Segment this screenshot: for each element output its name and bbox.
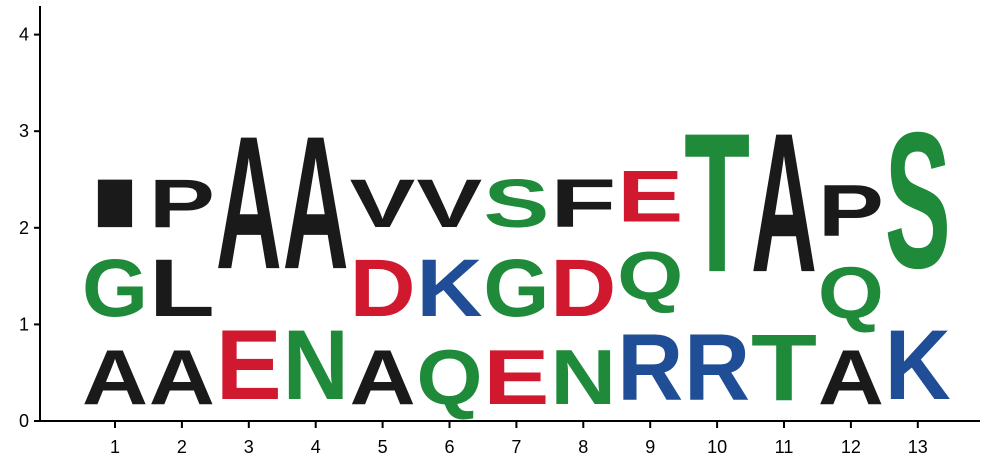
logo-letter: G — [82, 242, 148, 333]
logo-letter: D — [550, 242, 616, 334]
x-tick-label: 1 — [110, 437, 120, 457]
x-tick-label: 10 — [707, 437, 727, 457]
y-tick-label: 3 — [19, 121, 29, 141]
x-tick-label: 7 — [511, 437, 521, 457]
x-axis-ticks: 1 2 3 4 5 6 7 8 9 10 11 12 13 — [110, 421, 928, 457]
logo-letter: D — [350, 242, 416, 334]
x-tick-label: 9 — [645, 437, 655, 457]
logo-letter: R — [617, 315, 683, 421]
letter-stacks: AGIALPEANAADVQKVEGSNDFRQERTTAAQPKS — [82, 91, 951, 421]
logo-letter: P — [149, 166, 215, 243]
logo-letter: L — [149, 243, 215, 334]
logo-letter: E — [483, 334, 549, 420]
logo-letter: A — [818, 333, 884, 420]
y-tick-label: 2 — [19, 218, 29, 238]
logo-letter: Q — [617, 238, 683, 315]
logo-letter: A — [216, 96, 282, 309]
logo-letter: S — [885, 92, 951, 309]
logo-letter: N — [550, 333, 616, 420]
logo-letter: G — [483, 242, 549, 333]
logo-letter: E — [617, 156, 683, 238]
logo-letter: V — [417, 165, 483, 242]
x-tick-label: 5 — [378, 437, 388, 457]
logo-letter: T — [684, 91, 750, 313]
logo-letter: K — [417, 242, 483, 334]
logo-letter: A — [283, 96, 349, 309]
logo-letter: I — [82, 165, 148, 242]
y-tick-label: 1 — [19, 314, 29, 334]
y-tick-label: 0 — [19, 411, 29, 431]
x-tick-label: 8 — [578, 437, 588, 457]
x-tick-label: 13 — [908, 437, 928, 457]
logo-letter: E — [216, 309, 282, 420]
logo-letter: V — [350, 165, 416, 242]
x-tick-label: 2 — [177, 437, 187, 457]
logo-letter: A — [751, 91, 817, 313]
logo-letter: Q — [417, 334, 483, 421]
x-tick-label: 3 — [244, 437, 254, 457]
logo-letter: P — [818, 170, 884, 252]
logo-letter: S — [483, 166, 549, 243]
x-tick-label: 6 — [444, 437, 454, 457]
x-tick-label: 4 — [311, 437, 321, 457]
y-tick-label: 4 — [19, 25, 29, 45]
logo-letter: Q — [818, 251, 884, 333]
logo-letter: T — [751, 314, 817, 420]
sequence-logo-chart: AGIALPEANAADVQKVEGSNDFRQERTTAAQPKS 01234… — [19, 6, 980, 457]
logo-letter: N — [283, 311, 349, 421]
logo-letter: A — [350, 333, 416, 420]
x-tick-label: 11 — [775, 437, 794, 457]
logo-letter: F — [550, 165, 616, 242]
x-tick-label: 12 — [841, 437, 861, 457]
y-axis-ticks: 0 1 2 3 4 — [19, 25, 40, 431]
logo-letter: A — [149, 333, 215, 420]
logo-letter: R — [684, 315, 750, 421]
logo-letter: K — [885, 311, 951, 421]
logo-letter: A — [82, 333, 148, 420]
